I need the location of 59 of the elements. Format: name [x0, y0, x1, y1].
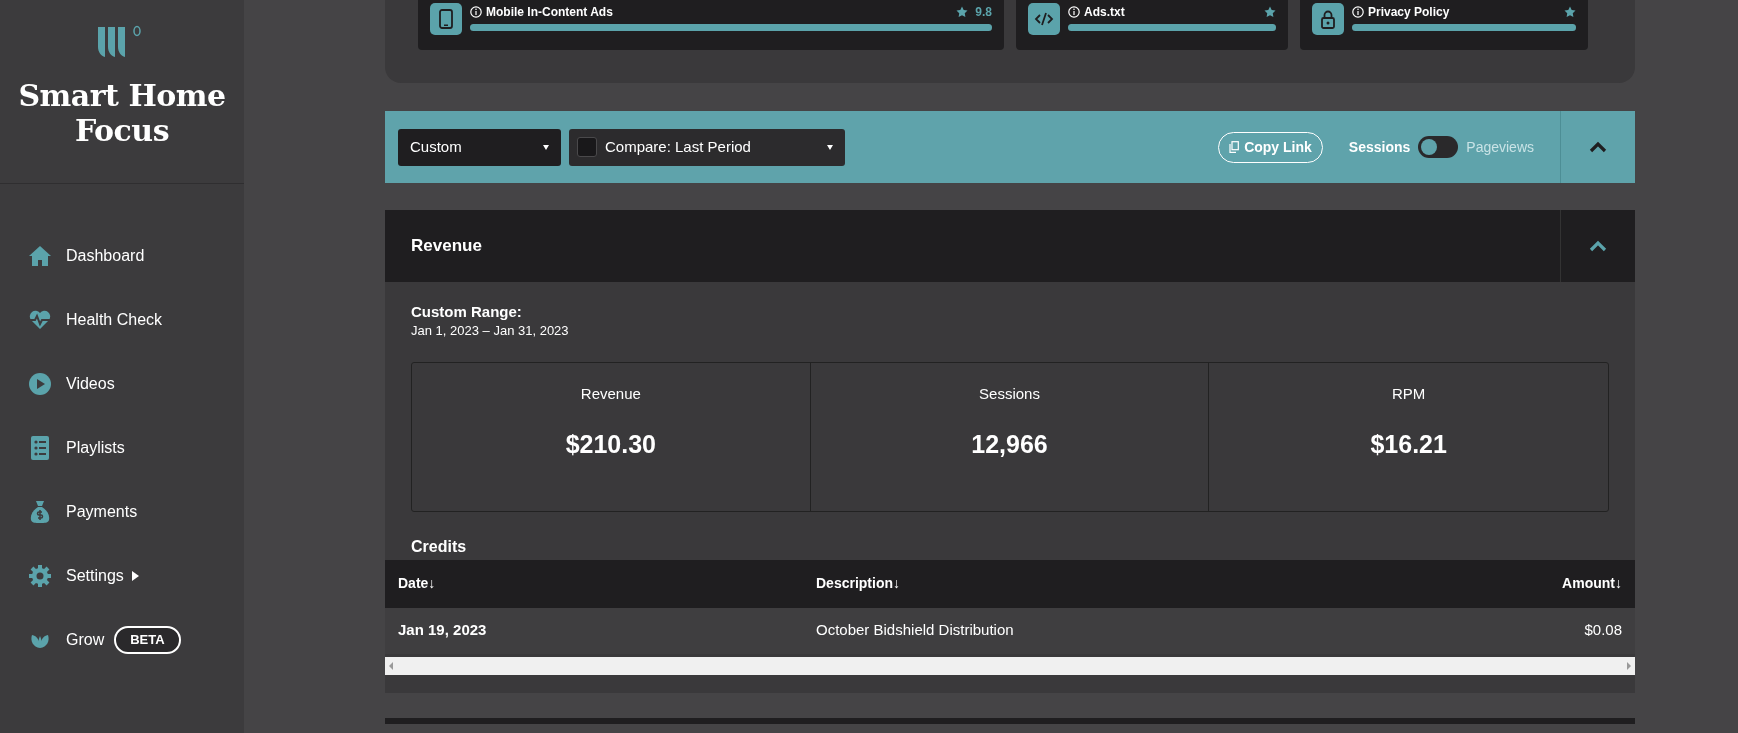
stat-value: $16.21: [1369, 428, 1448, 460]
stat-label: Revenue: [579, 384, 642, 404]
date-range-dropdown[interactable]: Custom: [398, 128, 561, 166]
star-icon: [956, 6, 969, 18]
copy-icon: [1229, 141, 1240, 153]
compare-checkbox[interactable]: [577, 137, 597, 157]
table-cell-text: $0.08: [1583, 620, 1622, 641]
toggle-label: Sessions: [1348, 137, 1411, 157]
brand-name: Smart Home Focus: [17, 79, 227, 148]
check-title: Ads.txt: [1084, 4, 1125, 21]
heartbeat-icon: [28, 308, 52, 332]
padlock-icon: [1312, 3, 1344, 35]
star-icon: [1564, 6, 1576, 18]
column-header[interactable]: Description↓: [816, 573, 1422, 595]
sidebar-item[interactable]: Playlists: [0, 416, 244, 480]
sidebar-item[interactable]: Settings: [0, 544, 244, 608]
chevron-up-icon: [1589, 141, 1607, 153]
sidebar-item[interactable]: Grow BETA: [0, 608, 244, 672]
score: 9.8: [975, 4, 992, 21]
column-header[interactable]: Date↓: [398, 573, 816, 595]
horizontal-scrollbar[interactable]: [385, 656, 1635, 675]
table-cell-text: Jan 19, 2023: [398, 620, 488, 641]
house-icon: [28, 244, 52, 268]
caret-icon: [543, 144, 549, 150]
compare-dropdown[interactable]: Compare: Last Period: [569, 128, 845, 166]
gear-icon: [28, 564, 52, 588]
date-range-text: Jan 1, 2023 – Jan 31, 2023: [410, 321, 570, 340]
scroll-right-icon: [1627, 661, 1631, 670]
money-bag-icon: [28, 500, 52, 524]
section-title: Revenue: [411, 235, 482, 258]
info-icon: [470, 6, 482, 18]
column-header[interactable]: Amount↓: [1422, 573, 1622, 595]
play-circle-icon: [28, 372, 52, 396]
caret-icon: [827, 144, 833, 150]
check-title: Privacy Policy: [1368, 4, 1450, 21]
sidebar-item[interactable]: Dashboard: [0, 224, 244, 288]
scroll-left-icon: [389, 661, 393, 670]
chevron-up-icon: [1589, 240, 1607, 252]
table-cell-text: October Bidshield Distribution: [816, 620, 1015, 641]
check-title: Mobile In-Content Ads: [486, 4, 613, 21]
range-label: Custom Range:: [410, 302, 523, 321]
sidebar-item[interactable]: Health Check: [0, 288, 244, 352]
credits-title: Credits: [410, 537, 468, 557]
stat-value: 12,966: [970, 428, 1049, 460]
sidebar-item[interactable]: Payments: [0, 480, 244, 544]
phone-icon: [430, 3, 462, 35]
checklist-icon: [28, 436, 52, 460]
compare-label: Compare: Last Period: [605, 136, 751, 157]
stat-value: $210.30: [564, 428, 657, 460]
sidebar-item[interactable]: Videos: [0, 352, 244, 416]
info-icon: [1352, 6, 1364, 18]
stat-label: RPM: [1391, 384, 1427, 404]
stat-label: Sessions: [978, 384, 1041, 404]
toggle-label: Pageviews: [1466, 137, 1534, 157]
view-toggle[interactable]: [1418, 136, 1459, 158]
info-icon: [1068, 6, 1080, 18]
code-icon: [1028, 3, 1060, 35]
beta-badge: BETA: [114, 626, 181, 654]
star-icon: [1264, 6, 1276, 18]
